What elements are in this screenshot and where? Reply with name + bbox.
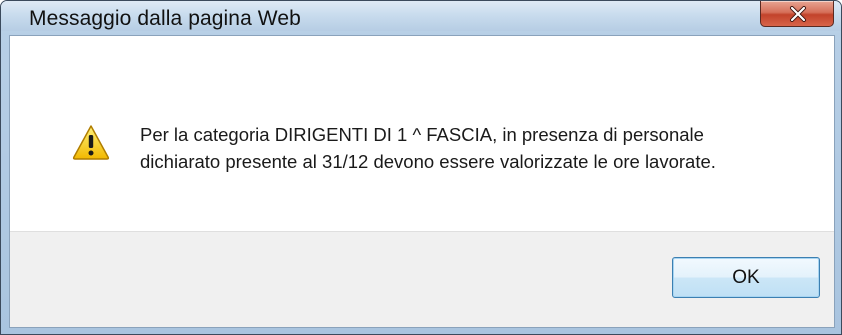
message-area: Per la categoria DIRIGENTI DI 1 ^ FASCIA… bbox=[10, 36, 834, 231]
message-text: Per la categoria DIRIGENTI DI 1 ^ FASCIA… bbox=[140, 121, 820, 175]
message-line-1: Per la categoria DIRIGENTI DI 1 ^ FASCIA… bbox=[140, 124, 704, 145]
close-icon bbox=[790, 6, 806, 22]
message-line-2: dichiarato presente al 31/12 devono esse… bbox=[140, 151, 716, 172]
dialog-content: Per la categoria DIRIGENTI DI 1 ^ FASCIA… bbox=[9, 35, 835, 328]
ok-button[interactable]: OK bbox=[672, 257, 820, 298]
dialog-title: Messaggio dalla pagina Web bbox=[29, 7, 301, 30]
button-area: OK bbox=[10, 231, 834, 327]
title-bar[interactable]: Messaggio dalla pagina Web bbox=[1, 1, 841, 31]
dialog-window: Messaggio dalla pagina Web Per la catego… bbox=[0, 0, 842, 335]
warning-icon bbox=[72, 125, 110, 160]
close-button[interactable] bbox=[760, 1, 834, 27]
